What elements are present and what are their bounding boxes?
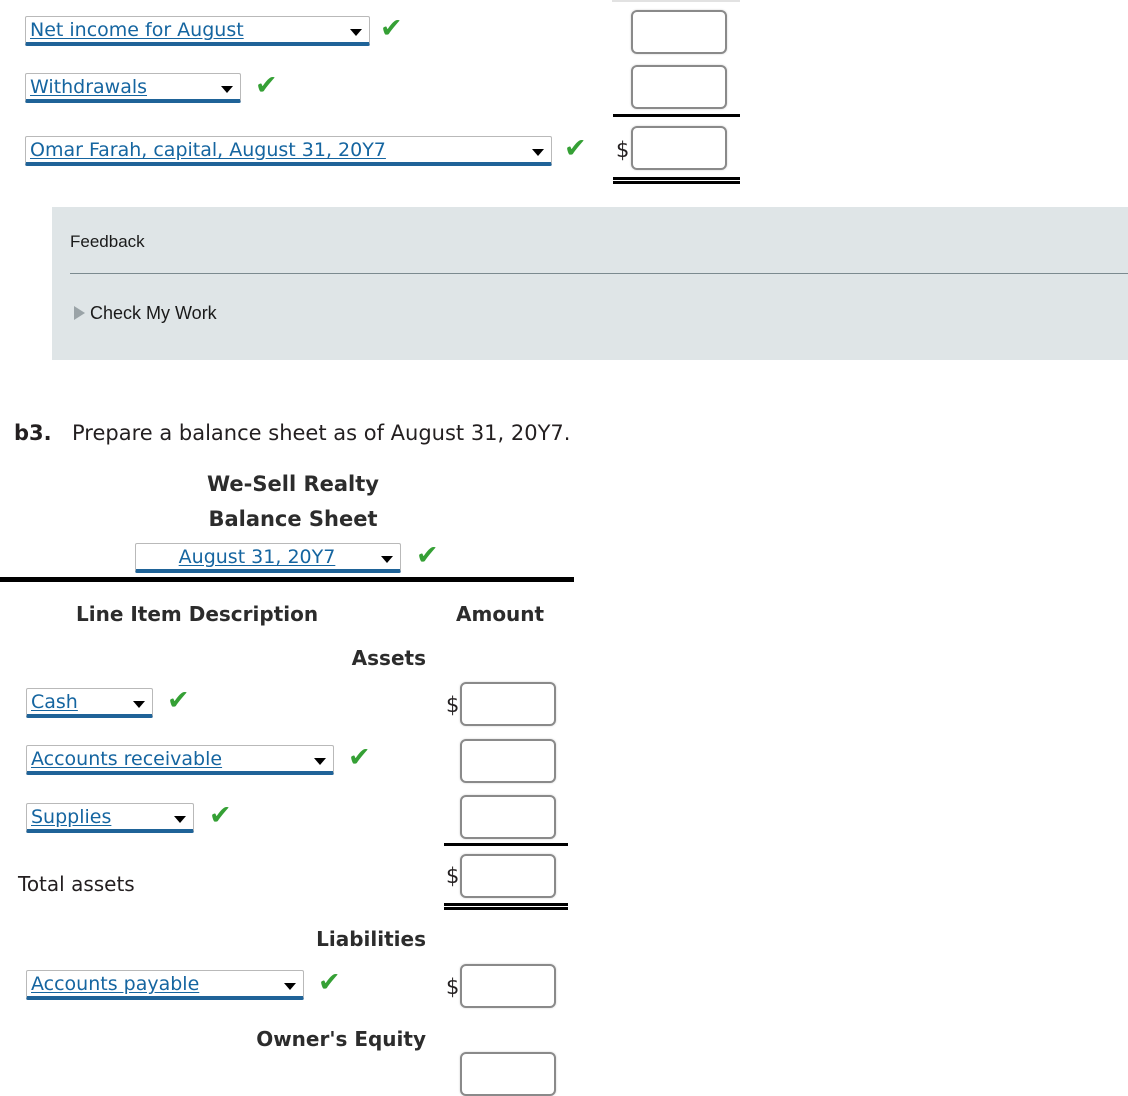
amount-input-net-income[interactable] xyxy=(631,10,727,54)
check-my-work-link[interactable]: Check My Work xyxy=(90,303,217,324)
check-icon-row-net-income: ✔ xyxy=(380,13,403,44)
chevron-down-icon xyxy=(350,29,362,36)
subtotal-rule-equity xyxy=(613,114,740,117)
column-header-description: Line Item Description xyxy=(76,602,319,626)
check-icon-row-withdrawals: ✔ xyxy=(255,70,278,101)
dollar-sign-total-assets: $ xyxy=(446,864,460,888)
total-rule-assets xyxy=(444,903,568,910)
chevron-down-icon xyxy=(133,701,145,708)
select-withdrawals[interactable]: Withdrawals xyxy=(25,73,241,103)
check-icon-cash: ✔ xyxy=(167,685,190,716)
section-header-liabilities: Liabilities xyxy=(316,927,426,951)
amount-input-accounts-payable[interactable] xyxy=(460,964,556,1008)
check-icon-supplies: ✔ xyxy=(209,800,232,831)
select-value-label: Omar Farah, capital, August 31, 20Y7 xyxy=(30,139,386,161)
dollar-sign-accounts-payable: $ xyxy=(446,975,460,999)
select-value-label: August 31, 20Y7 xyxy=(178,546,336,568)
check-icon-row-capital: ✔ xyxy=(564,133,587,164)
amount-input-withdrawals[interactable] xyxy=(631,65,727,109)
amount-input-supplies[interactable] xyxy=(460,795,556,839)
select-value-label: Withdrawals xyxy=(30,76,148,98)
amount-input-cash[interactable] xyxy=(460,682,556,726)
select-omar-farah-capital[interactable]: Omar Farah, capital, August 31, 20Y7 xyxy=(25,136,552,166)
column-header-amount: Amount xyxy=(456,602,545,626)
select-value-label: Accounts payable xyxy=(31,973,200,995)
chevron-down-icon xyxy=(284,983,296,990)
cut-off-element-top xyxy=(612,0,740,2)
select-value-label: Accounts receivable xyxy=(31,748,223,770)
dollar-sign-cash: $ xyxy=(446,693,460,717)
amount-input-total-assets[interactable] xyxy=(460,854,556,898)
subtotal-rule-assets xyxy=(444,843,568,846)
select-cash[interactable]: Cash xyxy=(26,688,153,718)
feedback-panel xyxy=(52,207,1128,360)
feedback-divider xyxy=(70,273,1128,274)
check-icon-accounts-receivable: ✔ xyxy=(348,742,371,773)
chevron-down-icon xyxy=(221,86,233,93)
select-accounts-receivable[interactable]: Accounts receivable xyxy=(26,745,334,775)
amount-input-accounts-receivable[interactable] xyxy=(460,739,556,783)
question-prompt: Prepare a balance sheet as of August 31,… xyxy=(72,421,571,445)
company-name: We-Sell Realty xyxy=(207,472,379,496)
balance-sheet-top-rule xyxy=(0,577,574,582)
section-header-assets: Assets xyxy=(351,646,426,670)
total-rule-equity xyxy=(613,177,740,184)
select-value-label: Net income for August xyxy=(30,19,244,41)
select-value-label: Supplies xyxy=(31,806,112,828)
select-balance-sheet-date[interactable]: August 31, 20Y7 xyxy=(135,543,401,573)
question-number: b3. xyxy=(14,421,52,445)
statement-name: Balance Sheet xyxy=(208,507,378,531)
expand-triangle-icon[interactable] xyxy=(74,306,85,320)
select-supplies[interactable]: Supplies xyxy=(26,803,194,833)
feedback-title: Feedback xyxy=(70,232,145,251)
chevron-down-icon xyxy=(174,816,186,823)
check-icon-date: ✔ xyxy=(416,540,439,571)
dollar-sign-capital: $ xyxy=(616,138,630,162)
check-icon-accounts-payable: ✔ xyxy=(318,967,341,998)
amount-input-capital[interactable] xyxy=(631,126,727,170)
chevron-down-icon xyxy=(381,556,393,563)
section-header-owners-equity: Owner's Equity xyxy=(256,1027,426,1051)
select-value-label: Cash xyxy=(31,691,78,713)
chevron-down-icon xyxy=(532,149,544,156)
select-net-income-for-august[interactable]: Net income for August xyxy=(25,16,370,46)
select-accounts-payable[interactable]: Accounts payable xyxy=(26,970,304,1000)
total-assets-label: Total assets xyxy=(18,872,135,896)
amount-input-owners-equity-partial[interactable] xyxy=(460,1052,556,1096)
chevron-down-icon xyxy=(314,758,326,765)
